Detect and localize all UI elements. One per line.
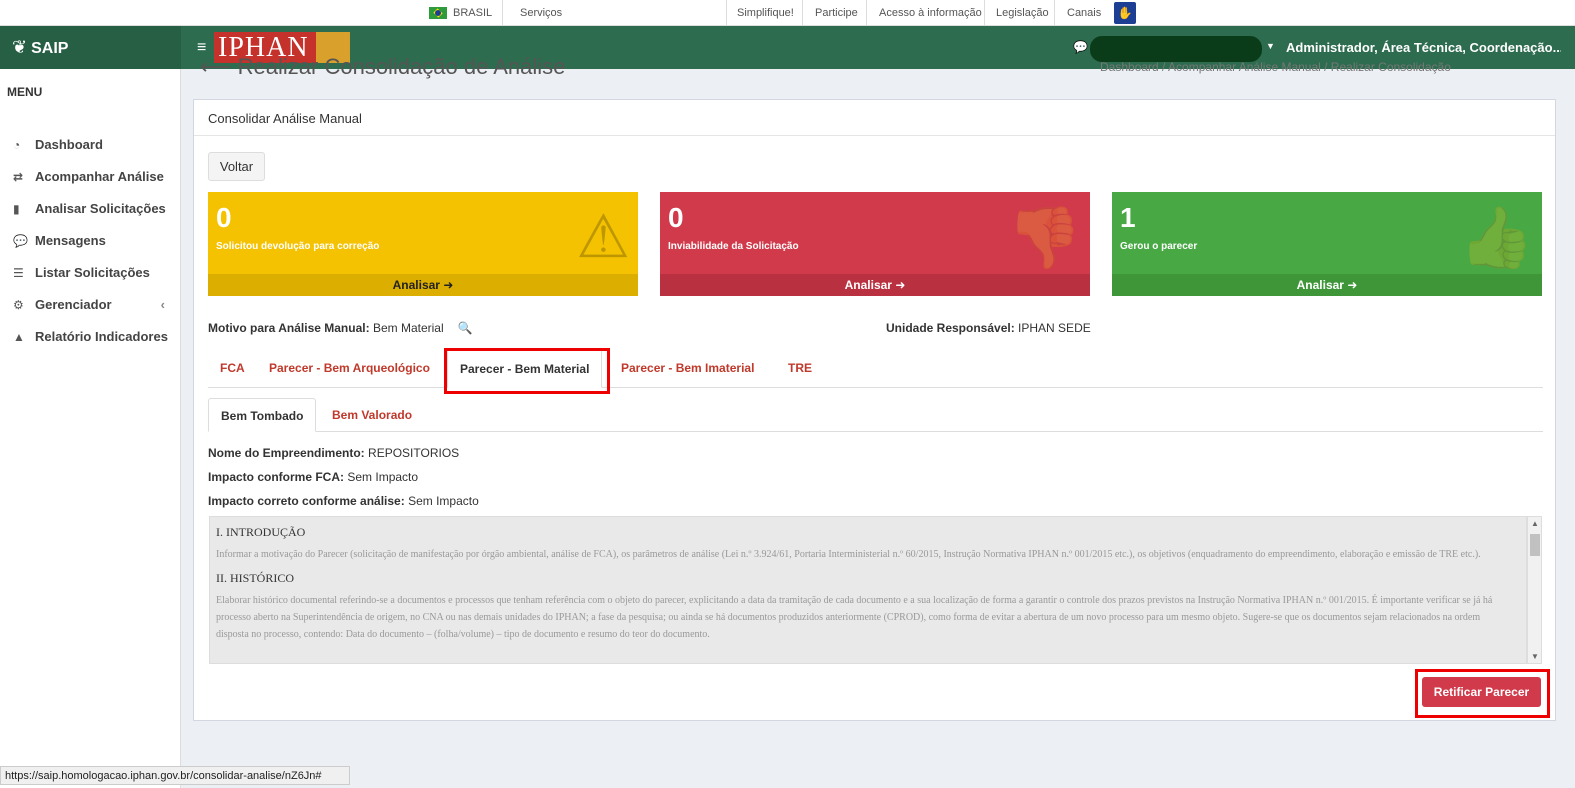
thumbs-up-icon: 👍	[1459, 204, 1534, 271]
stat-count: 0	[668, 202, 684, 233]
area-chart-icon: ▲	[13, 330, 25, 344]
acesso-informacao-link[interactable]: Acesso à informação	[879, 0, 982, 26]
document-scrollbar[interactable]: ▲ ▼	[1527, 516, 1542, 664]
exchange-icon: ⇄	[13, 170, 24, 184]
thumbs-down-icon: 👎	[1007, 204, 1082, 271]
services-link[interactable]: Serviços	[520, 0, 562, 26]
stat-count: 1	[1120, 202, 1136, 233]
stat-label: Inviabilidade da Solicitação	[668, 241, 799, 252]
section-heading: I. INTRODUÇÃO	[216, 525, 306, 539]
divider	[1054, 0, 1055, 26]
unidade-field: Unidade Responsável: IPHAN SEDE	[886, 321, 1091, 335]
user-avatar-redacted[interactable]	[1090, 36, 1262, 62]
chat-icon[interactable]: 💬	[1073, 40, 1088, 54]
brand[interactable]: ❦ SAIP	[0, 26, 181, 69]
empreendimento-field: Nome do Empreendimento: REPOSITORIOS	[208, 446, 460, 460]
simplifique-link[interactable]: Simplifique!	[737, 0, 794, 26]
breadcrumb[interactable]: Dashboard / Acompanhar Análise Manual / …	[1100, 60, 1451, 74]
divider	[726, 0, 727, 26]
scroll-thumb[interactable]	[1530, 534, 1540, 556]
parecer-tabs: FCA Parecer - Bem Arqueológico Parecer -…	[208, 348, 1543, 388]
tab-bem-valorado[interactable]: Bem Valorado	[320, 398, 424, 432]
sidebar-item-listar-solicitacoes[interactable]: ☰ Listar Solicitações	[13, 263, 173, 283]
stat-card-parecer: 1 Gerou o parecer 👍 Analisar ➜	[1112, 192, 1542, 296]
participe-link[interactable]: Participe	[815, 0, 858, 26]
brazil-flag-icon	[429, 7, 447, 20]
consolidation-box: Consolidar Análise Manual Voltar 0 Solic…	[193, 99, 1556, 721]
sidebar-item-relatorio-indicadores[interactable]: ▲ Relatório Indicadores	[13, 327, 173, 347]
motivo-field: Motivo para Análise Manual: Bem Material…	[208, 321, 473, 335]
page-title: ⟵ Realizar Consolidação de Análise	[200, 54, 566, 79]
warning-icon: ⚠	[576, 203, 630, 270]
menu-title: MENU	[7, 85, 43, 99]
tab-bem-arqueologico[interactable]: Parecer - Bem Arqueológico	[257, 348, 442, 388]
sidebar-item-mensagens[interactable]: 💬 Mensagens	[13, 231, 173, 251]
parecer-document-viewer[interactable]: I. INTRODUÇÃO Informar a motivação do Pa…	[209, 516, 1527, 664]
section-heading: II. HISTÓRICO	[216, 571, 294, 585]
analisar-devolucao-link[interactable]: Analisar ➜	[208, 274, 638, 296]
sidebar-item-gerenciador[interactable]: ⚙ Gerenciador ‹	[13, 295, 173, 315]
divider	[194, 135, 1555, 136]
divider	[802, 0, 803, 26]
highlight-box	[444, 348, 610, 394]
divider	[502, 0, 503, 26]
divider	[984, 0, 985, 26]
comments-icon: 💬	[13, 234, 28, 248]
chevron-left-icon: ‹	[160, 297, 165, 312]
search-icon[interactable]: 🔍	[458, 321, 473, 335]
impacto-fca-field: Impacto conforme FCA: Sem Impacto	[208, 470, 419, 484]
government-bar: BRASIL Serviços Simplifique! Participe A…	[0, 0, 1575, 26]
back-button[interactable]: Voltar	[208, 152, 265, 181]
sidebar-item-analisar-solicitacoes[interactable]: ▮ Analisar Solicitações	[13, 199, 173, 219]
list-icon: ☰	[13, 266, 24, 280]
section-text: Elaborar histórico documental referindo-…	[216, 595, 1493, 640]
divider	[866, 0, 867, 26]
canais-link[interactable]: Canais	[1067, 0, 1101, 26]
tab-bem-tombado[interactable]: Bem Tombado	[208, 398, 317, 432]
scroll-down-icon[interactable]: ▼	[1531, 652, 1539, 661]
tab-fca[interactable]: FCA	[208, 348, 257, 388]
tab-tre[interactable]: TRE	[776, 348, 824, 388]
highlight-box	[1415, 669, 1550, 718]
legislacao-link[interactable]: Legislação	[996, 0, 1049, 26]
bem-subtabs: Bem Tombado Bem Valorado	[208, 398, 1543, 432]
stat-label: Solicitou devolução para correção	[216, 241, 380, 252]
stat-card-devolucao: 0 Solicitou devolução para correção ⚠ An…	[208, 192, 638, 296]
tab-bem-imaterial[interactable]: Parecer - Bem Imaterial	[609, 348, 766, 388]
box-title: Consolidar Análise Manual	[208, 111, 362, 126]
stat-card-inviabilidade: 0 Inviabilidade da Solicitação 👎 Analisa…	[660, 192, 1090, 296]
stat-label: Gerou o parecer	[1120, 241, 1198, 252]
sidebar-item-dashboard[interactable]: ◔ Dashboard	[13, 135, 173, 155]
browser-status-url: https://saip.homologacao.iphan.gov.br/co…	[0, 766, 350, 785]
gears-icon: ⚙	[13, 298, 24, 312]
stat-count: 0	[216, 202, 232, 233]
section-text: Informar a motivação do Parecer (solicit…	[216, 549, 1481, 560]
caret-down-icon[interactable]: ▼	[1266, 41, 1275, 51]
book-icon: ▮	[13, 202, 20, 216]
sidebar-item-acompanhar-analise[interactable]: ⇄ Acompanhar Análise	[13, 167, 173, 187]
scroll-up-icon[interactable]: ▲	[1531, 519, 1539, 528]
analisar-parecer-link[interactable]: Analisar ➜	[1112, 274, 1542, 296]
sidebar: MENU ◔ Dashboard ⇄ Acompanhar Análise ▮ Ana…	[0, 69, 181, 788]
analisar-inviabilidade-link[interactable]: Analisar ➜	[660, 274, 1090, 296]
impacto-correto-field: Impacto correto conforme análise: Sem Im…	[208, 494, 479, 508]
brasil-link[interactable]: BRASIL	[429, 0, 492, 26]
vlibras-accessibility-icon[interactable]: ✋	[1114, 2, 1136, 24]
tree-logo-icon: ❦	[12, 37, 28, 57]
dashboard-icon: ◔	[13, 138, 21, 152]
